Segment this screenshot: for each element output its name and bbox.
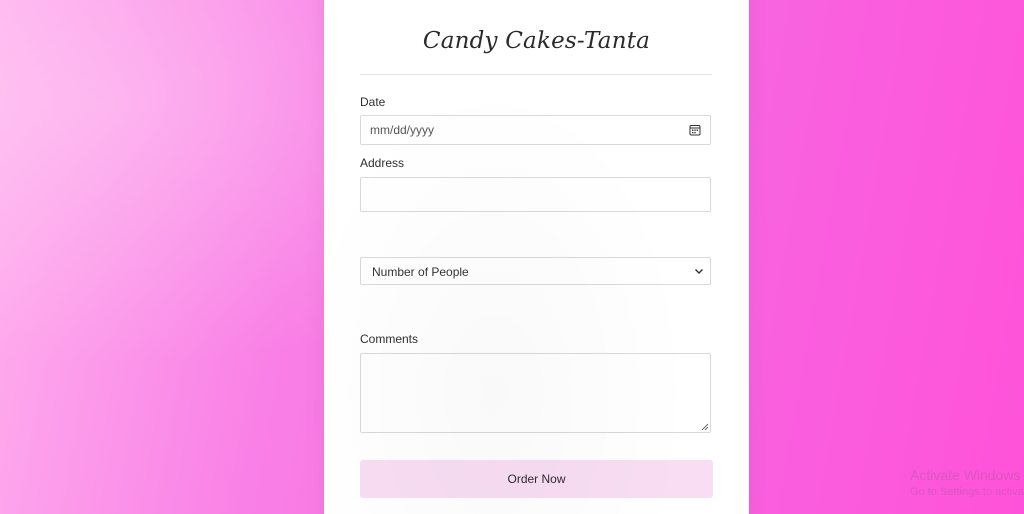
order-now-button[interactable]: Order Now [360, 460, 713, 498]
comments-label: Comments [360, 332, 419, 346]
watermark-subtitle: Go to Settings to activate Windows. [910, 486, 1024, 498]
address-input[interactable] [360, 177, 711, 212]
number-of-people-select[interactable]: Number of People [360, 257, 711, 285]
order-form-card: Candy Cakes-Tanta Date mm/dd/yyyy Addres… [324, 0, 749, 514]
form-title: Candy Cakes-Tanta [422, 28, 651, 54]
activate-windows-watermark: Activate Windows Go to Settings to activ… [910, 466, 1024, 499]
address-label: Address [360, 156, 405, 170]
chevron-down-icon [695, 269, 703, 274]
date-input[interactable]: mm/dd/yyyy [360, 115, 711, 145]
calendar-icon[interactable] [689, 124, 701, 136]
date-label: Date [360, 95, 386, 109]
comments-textarea[interactable] [360, 353, 711, 433]
watermark-title: Activate Windows [910, 467, 1021, 483]
number-of-people-selected: Number of People [372, 265, 469, 279]
title-divider [360, 74, 712, 75]
resize-handle-icon[interactable] [701, 423, 709, 431]
date-placeholder: mm/dd/yyyy [370, 123, 435, 137]
